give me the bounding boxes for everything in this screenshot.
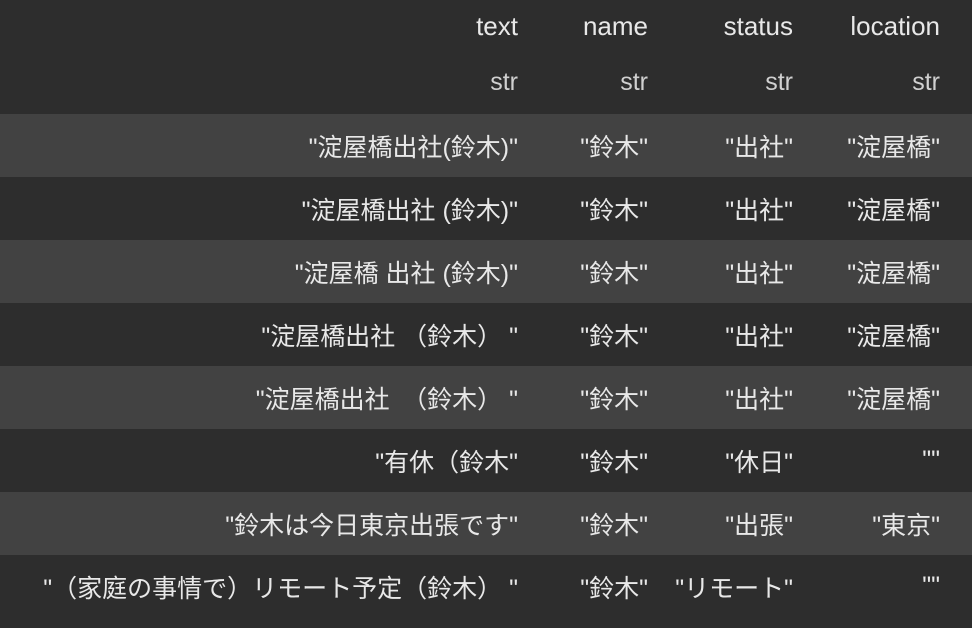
cell-name: "鈴木" [540,191,670,227]
cell-name: "鈴木" [540,443,670,479]
cell-location: "淀屋橋" [815,191,962,227]
cell-text: "有休（鈴木" [0,443,540,479]
cell-name: "鈴木" [540,317,670,353]
column-header-text[interactable]: text [0,11,540,42]
table-row[interactable]: "淀屋橋出社(鈴木)" "鈴木" "出社" "淀屋橋" [0,114,972,177]
table-row[interactable]: "淀屋橋 出社 (鈴木)" "鈴木" "出社" "淀屋橋" [0,240,972,303]
cell-text: "淀屋橋出社(鈴木)" [0,128,540,164]
table-type-row: str str str str [0,52,972,114]
cell-status: "出社" [670,254,815,290]
table-row[interactable]: "有休（鈴木" "鈴木" "休日" "" [0,429,972,492]
cell-name: "鈴木" [540,506,670,542]
table-row[interactable]: "淀屋橋出社 (鈴木)" "鈴木" "出社" "淀屋橋" [0,177,972,240]
cell-text: "淀屋橋出社 （鈴木） " [0,380,540,416]
column-type-status: str [670,68,815,97]
table-row[interactable]: "鈴木は今日東京出張です" "鈴木" "出張" "東京" [0,492,972,555]
cell-status: "出社" [670,191,815,227]
cell-name: "鈴木" [540,380,670,416]
cell-text: "淀屋橋出社 （鈴木） " [0,317,540,353]
cell-location: "" [815,572,962,601]
cell-location: "" [815,446,962,475]
cell-status: "リモート" [670,569,815,605]
cell-text: "淀屋橋出社 (鈴木)" [0,191,540,227]
cell-location: "淀屋橋" [815,317,962,353]
table-row[interactable]: "淀屋橋出社 （鈴木） " "鈴木" "出社" "淀屋橋" [0,303,972,366]
cell-text: "淀屋橋 出社 (鈴木)" [0,254,540,290]
cell-name: "鈴木" [540,569,670,605]
cell-status: "出社" [670,128,815,164]
cell-location: "淀屋橋" [815,380,962,416]
cell-location: "東京" [815,506,962,542]
cell-status: "出社" [670,317,815,353]
cell-location: "淀屋橋" [815,128,962,164]
cell-text: "鈴木は今日東京出張です" [0,506,540,542]
column-header-name[interactable]: name [540,11,670,42]
cell-status: "出社" [670,380,815,416]
column-type-location: str [815,68,962,97]
cell-status: "休日" [670,443,815,479]
cell-name: "鈴木" [540,254,670,290]
column-type-name: str [540,68,670,97]
table-row[interactable]: "淀屋橋出社 （鈴木） " "鈴木" "出社" "淀屋橋" [0,366,972,429]
cell-status: "出張" [670,506,815,542]
column-header-location[interactable]: location [815,11,962,42]
cell-location: "淀屋橋" [815,254,962,290]
data-table: text name status location str str str st… [0,0,972,618]
table-header-row: text name status location [0,0,972,52]
cell-text: "（家庭の事情で）リモート予定（鈴木） " [0,569,540,605]
table-row[interactable]: "（家庭の事情で）リモート予定（鈴木） " "鈴木" "リモート" "" [0,555,972,618]
column-type-text: str [0,68,540,97]
cell-name: "鈴木" [540,128,670,164]
column-header-status[interactable]: status [670,11,815,42]
